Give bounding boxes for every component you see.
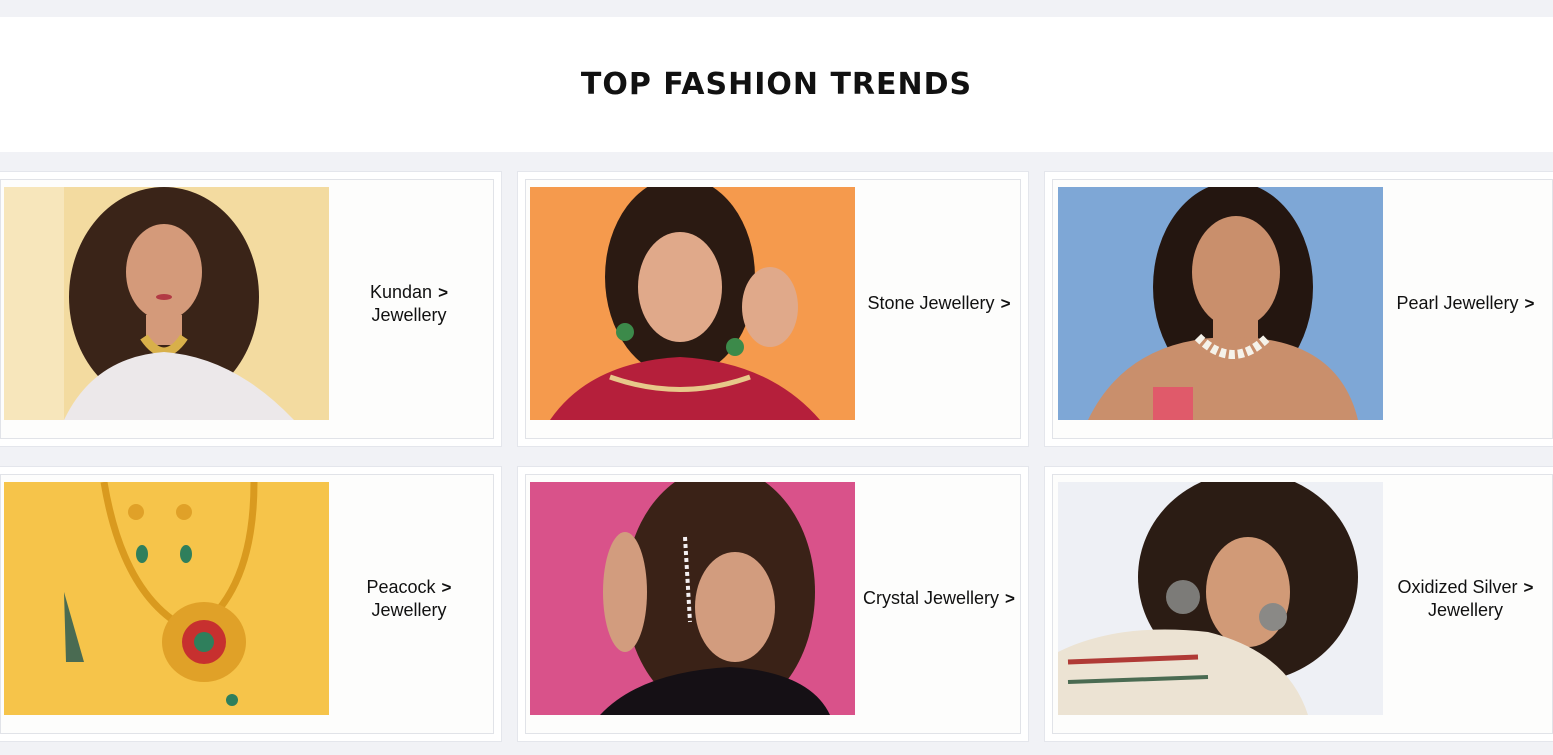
trend-card-pearl[interactable]: Pearl Jewellery > bbox=[1044, 171, 1553, 447]
trend-card-kundan[interactable]: Kundan > Jewellery bbox=[0, 171, 502, 447]
oxidized-label[interactable]: Oxidized Silver > Jewellery bbox=[1383, 482, 1548, 715]
oxidized-model-image[interactable] bbox=[1058, 482, 1383, 715]
stone-model-image[interactable] bbox=[530, 187, 855, 420]
label-line2: Jewellery bbox=[1427, 599, 1503, 620]
label-line1: Crystal Jewellery bbox=[863, 588, 1000, 608]
label-line2: Jewellery bbox=[371, 304, 447, 325]
chevron-right-icon: > bbox=[1523, 577, 1534, 597]
label-line1: Peacock bbox=[366, 576, 436, 597]
label-line1: Pearl Jewellery bbox=[1396, 293, 1519, 313]
peacock-necklace-image[interactable] bbox=[4, 482, 329, 715]
pearl-model-image[interactable] bbox=[1058, 187, 1383, 420]
crystal-label[interactable]: Crystal Jewellery > bbox=[855, 482, 1023, 715]
kundan-model-image[interactable] bbox=[4, 187, 329, 420]
chevron-right-icon: > bbox=[1000, 294, 1011, 313]
top-strip bbox=[0, 0, 1553, 17]
trend-card-peacock[interactable]: Peacock > Jewellery bbox=[0, 466, 502, 742]
chevron-right-icon: > bbox=[1005, 589, 1015, 608]
label-line1: Oxidized Silver bbox=[1397, 576, 1518, 597]
kundan-label[interactable]: Kundan > Jewellery bbox=[329, 187, 489, 420]
trend-card-stone[interactable]: Stone Jewellery > bbox=[517, 171, 1029, 447]
label-line1: Kundan bbox=[370, 281, 433, 302]
chevron-right-icon: > bbox=[1524, 294, 1535, 313]
section-header: TOP FASHION TRENDS bbox=[0, 17, 1553, 152]
crystal-model-image[interactable] bbox=[530, 482, 855, 715]
trend-card-oxidized[interactable]: Oxidized Silver > Jewellery bbox=[1044, 466, 1553, 742]
pearl-label[interactable]: Pearl Jewellery > bbox=[1383, 187, 1548, 420]
peacock-label[interactable]: Peacock > Jewellery bbox=[329, 482, 489, 715]
stone-label[interactable]: Stone Jewellery > bbox=[855, 187, 1023, 420]
trend-card-crystal[interactable]: Crystal Jewellery > bbox=[517, 466, 1029, 742]
label-line1: Stone Jewellery bbox=[867, 293, 995, 313]
section-title: TOP FASHION TRENDS bbox=[580, 67, 973, 102]
label-line2: Jewellery bbox=[371, 599, 447, 620]
chevron-right-icon: > bbox=[441, 577, 452, 597]
chevron-right-icon: > bbox=[438, 282, 448, 302]
